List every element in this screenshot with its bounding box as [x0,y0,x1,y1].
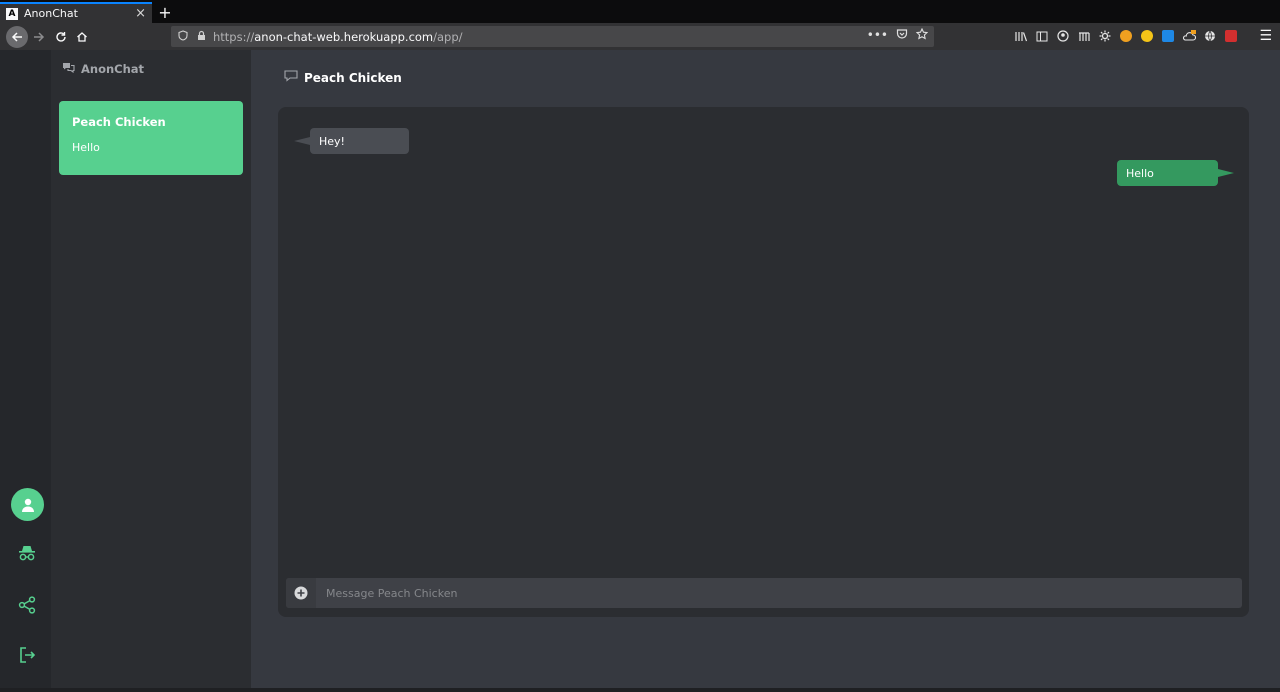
conversation-item[interactable]: Peach Chicken Hello [59,101,243,175]
user-icon [21,498,34,512]
bookmark-star-icon[interactable] [915,27,929,43]
chat-title: Peach Chicken [304,70,402,85]
message-composer [286,578,1242,608]
browser-tabbar: A AnonChat × + [0,0,1280,23]
home-button[interactable] [71,26,93,48]
reload-icon [56,32,66,42]
favicon-icon: A [6,7,18,20]
logout-button[interactable] [16,644,38,666]
extension-yellow-icon[interactable] [1139,27,1155,45]
url-bar[interactable]: https://anon-chat-web.herokuapp.com/app/… [171,26,934,47]
extension-orange-icon[interactable] [1118,27,1134,45]
reload-button[interactable] [50,26,72,48]
back-button[interactable] [6,26,28,48]
extension-grid-icon[interactable] [1076,27,1092,45]
account-icon[interactable] [1055,27,1071,45]
extension-gear-icon[interactable] [1097,27,1113,45]
forward-button[interactable] [28,26,50,48]
arrow-right-icon [34,32,45,42]
home-icon [77,32,87,42]
incognito-icon [19,546,35,561]
chat-bubbles-icon [62,62,75,76]
pocket-icon[interactable] [896,28,908,43]
tab-title: AnonChat [24,7,78,20]
globe-icon[interactable] [1202,27,1218,45]
logout-icon [20,647,36,663]
url-text[interactable]: https://anon-chat-web.herokuapp.com/app/ [213,30,463,44]
browser-navbar: https://anon-chat-web.herokuapp.com/app/… [0,23,1280,50]
incognito-button[interactable] [16,542,38,564]
arrow-left-icon [11,32,22,42]
sidebar-toggle-icon[interactable] [1034,27,1050,45]
attach-button[interactable] [286,578,316,608]
bottom-border [0,688,1280,692]
conversation-name: Peach Chicken [72,115,166,129]
library-icon[interactable] [1013,27,1029,45]
icon-rail [0,50,51,688]
message-input[interactable] [316,586,1242,600]
tab-close-icon[interactable]: × [135,6,146,21]
comment-icon [284,70,298,85]
page-actions-icon[interactable]: ••• [867,28,888,43]
lock-icon[interactable] [195,30,207,44]
message-outgoing: Hello [1117,160,1234,186]
user-avatar-button[interactable] [11,488,44,521]
menu-icon[interactable]: ☰ [1259,28,1272,44]
extension-blue-icon[interactable] [1160,27,1176,45]
chat-header: Peach Chicken [284,70,402,85]
extension-red-icon[interactable] [1223,27,1239,45]
share-button[interactable] [16,594,38,616]
app-root: AnonChat Peach Chicken Hello Peach Chick… [0,50,1280,692]
extension-cloud-icon[interactable] [1181,27,1197,45]
conversation-last-message: Hello [72,141,100,154]
plus-circle-icon [294,586,308,600]
chat-main: Peach Chicken Hey! Hello [251,50,1280,688]
shield-icon[interactable] [177,29,189,44]
brand-name: AnonChat [81,62,145,76]
conversation-sidebar: AnonChat Peach Chicken Hello [51,50,251,688]
browser-tab[interactable]: A AnonChat × [0,2,152,23]
share-icon [18,596,36,614]
brand: AnonChat [62,62,144,76]
new-tab-button[interactable]: + [158,3,172,22]
message-panel: Hey! Hello [278,107,1249,617]
message-incoming: Hey! [294,128,409,154]
